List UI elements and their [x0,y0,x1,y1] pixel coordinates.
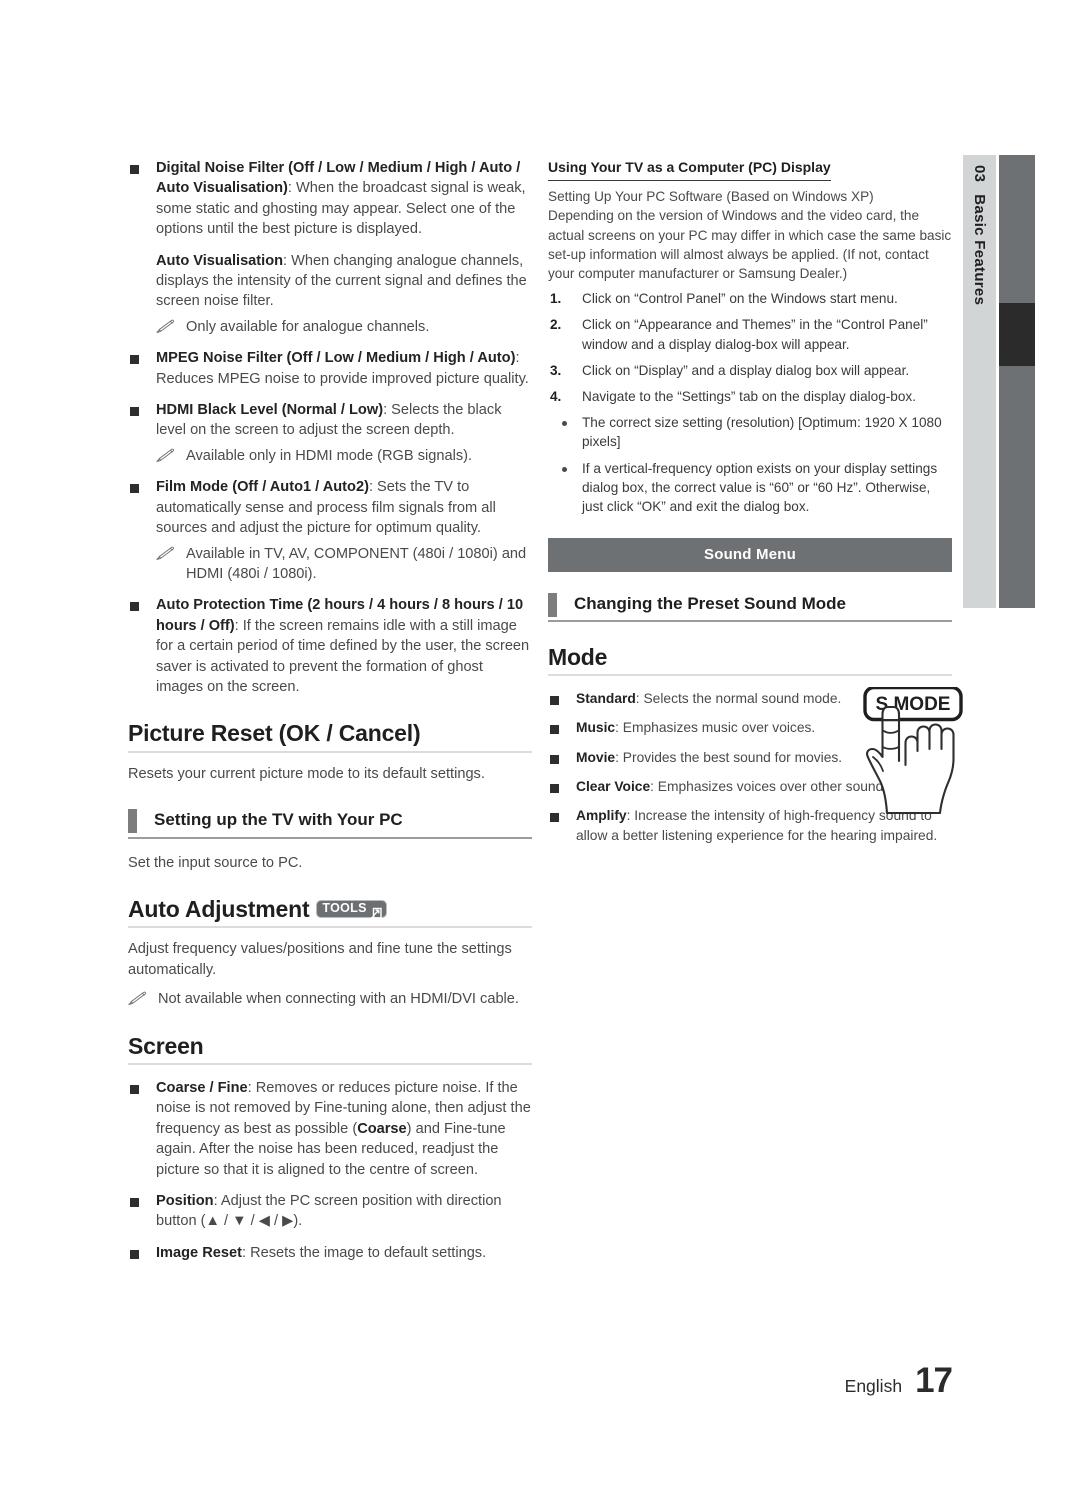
right-column: Using Your TV as a Computer (PC) Display… [548,158,963,855]
option-lead: Image Reset [156,1244,242,1261]
list-item: Movie: Provides the best sound for movie… [548,748,871,767]
setting-up-pc-heading: Setting up the TV with Your PC [128,809,532,839]
auto-adjustment-body: Adjust frequency values/positions and fi… [128,941,512,978]
list-item: If a vertical-frequency option exists on… [548,459,952,517]
option-lead: Film Mode (Off / Auto1 / Auto2) [156,479,369,496]
list-item: Position: Adjust the PC screen position … [128,1191,532,1232]
step-text: Click on “Display” and a display dialog … [582,362,910,378]
note-text: Available only in HDMI mode (RGB signals… [186,447,473,464]
note-line: Only available for analogue channels. [156,317,532,337]
list-item: Auto Protection Time (2 hours / 4 hours … [128,595,532,697]
list-item: The correct size setting (resolution) [O… [548,413,952,451]
option-body: : Selects the normal sound mode. [635,690,842,706]
page-footer: English 17 [844,1361,953,1401]
list-item: 3. Click on “Display” and a display dialo… [548,361,952,380]
step-index: 3. [550,362,562,378]
note-line: Not available when connecting with an HD… [128,989,532,1009]
pencil-icon [156,448,176,464]
step-index: 1. [550,291,562,307]
picture-reset-heading: Picture Reset (OK / Cancel) [128,722,532,753]
list-item: Film Mode (Off / Auto1 / Auto2): Sets th… [128,477,532,584]
step-index: 2. [550,317,562,333]
option-body: : Provides the best sound for movies. [615,749,843,765]
chapter-number: 03 [971,165,988,183]
auto-adjustment-heading: Auto Adjustment TOOLS [128,895,532,929]
option-body: : Emphasizes music over voices. [615,720,816,736]
step-text: Click on “Control Panel” on the Windows … [582,291,898,307]
chapter-tab-label: 03 Basic Features [963,155,996,608]
list-item: MPEG Noise Filter (Off / Low / Medium / … [128,348,532,389]
option-lead: Movie [576,749,616,765]
list-item: 4. Navigate to the “Settings” tab on the … [548,387,952,406]
option-lead: Clear Voice [576,779,651,795]
list-item: 2. Click on “Appearance and Themes” in th… [548,315,952,353]
list-item: Coarse / Fine: Removes or reduces pictur… [128,1078,532,1180]
note-line: Available in TV, AV, COMPONENT (480i / 1… [156,544,532,585]
smode-button-illustration: S.MODE [856,687,968,817]
pc-display-intro: Depending on the version of Windows and … [548,208,952,282]
note-text: Only available for analogue channels. [186,318,430,335]
auto-adjustment-title: Auto Adjustment [128,895,310,922]
picture-options-list: Digital Noise Filter (Off / Low / Medium… [128,158,532,697]
pencil-icon [156,319,176,335]
setting-up-pc-body: Set the input source to PC. [128,854,303,871]
option-lead: Coarse / Fine [156,1080,248,1096]
chapter-tab-bar [999,155,1035,608]
note-text: Not available when connecting with an HD… [158,991,519,1008]
option-lead: Position [156,1193,214,1210]
step-text: Click on “Appearance and Themes” in the … [582,317,928,352]
option-body: : Resets the image to default settings. [241,1244,487,1261]
option-sub-paragraph: Auto Visualisation: When changing analog… [156,251,532,312]
footer-page-number: 17 [915,1361,953,1400]
pencil-icon [156,546,176,562]
left-column: Digital Noise Filter (Off / Low / Medium… [128,158,532,1274]
option-lead: Music [576,720,616,736]
list-item: Music: Emphasizes music over voices. [548,718,871,737]
pc-setup-steps: 1. Click on “Control Panel” on the Window… [548,289,952,406]
note-text: Available in TV, AV, COMPONENT (480i / 1… [186,545,527,582]
list-item: HDMI Black Level (Normal / Low): Selects… [128,400,532,466]
manual-page: Digital Noise Filter (Off / Low / Medium… [0,0,1080,1494]
chapter-name: Basic Features [971,194,988,306]
screen-options-list: Coarse / Fine: Removes or reduces pictur… [128,1078,532,1263]
pencil-icon [128,991,148,1007]
option-lead: Standard [576,690,636,706]
pc-display-subheading: Setting Up Your PC Software (Based on Wi… [548,189,874,205]
tools-badge[interactable]: TOOLS [316,899,387,919]
chapter-tab-bar-active [999,303,1035,366]
list-item: Image Reset: Resets the image to default… [128,1243,532,1263]
note-line: Available only in HDMI mode (RGB signals… [156,446,532,466]
screen-heading: Screen [128,1034,532,1065]
option-lead: Amplify [576,808,627,824]
tools-badge-label: TOOLS [322,900,367,915]
changing-preset-sound-mode-heading: Changing the Preset Sound Mode [548,593,952,622]
tools-enter-icon [369,902,382,919]
option-sub-lead: Auto Visualisation [156,252,284,269]
option-lead: MPEG Noise Filter (Off / Low / Medium / … [156,350,516,367]
mode-heading: Mode [548,645,952,676]
option-lead: HDMI Black Level (Normal / Low) [156,402,384,419]
list-item: Standard: Selects the normal sound mode. [548,689,871,708]
pc-setup-notes: The correct size setting (resolution) [O… [548,413,952,516]
option-body-emphasis: Coarse [357,1120,407,1137]
step-index: 4. [550,389,562,405]
list-item: Digital Noise Filter (Off / Low / Medium… [128,158,532,337]
step-text: Navigate to the “Settings” tab on the di… [582,389,917,405]
sound-menu-banner: Sound Menu [548,538,952,573]
pc-display-heading: Using Your TV as a Computer (PC) Display [548,158,831,182]
footer-language: English [844,1376,903,1396]
picture-reset-body: Resets your current picture mode to its … [128,765,485,782]
chapter-tab: 03 Basic Features [963,155,1035,608]
list-item: 1. Click on “Control Panel” on the Window… [548,289,952,308]
